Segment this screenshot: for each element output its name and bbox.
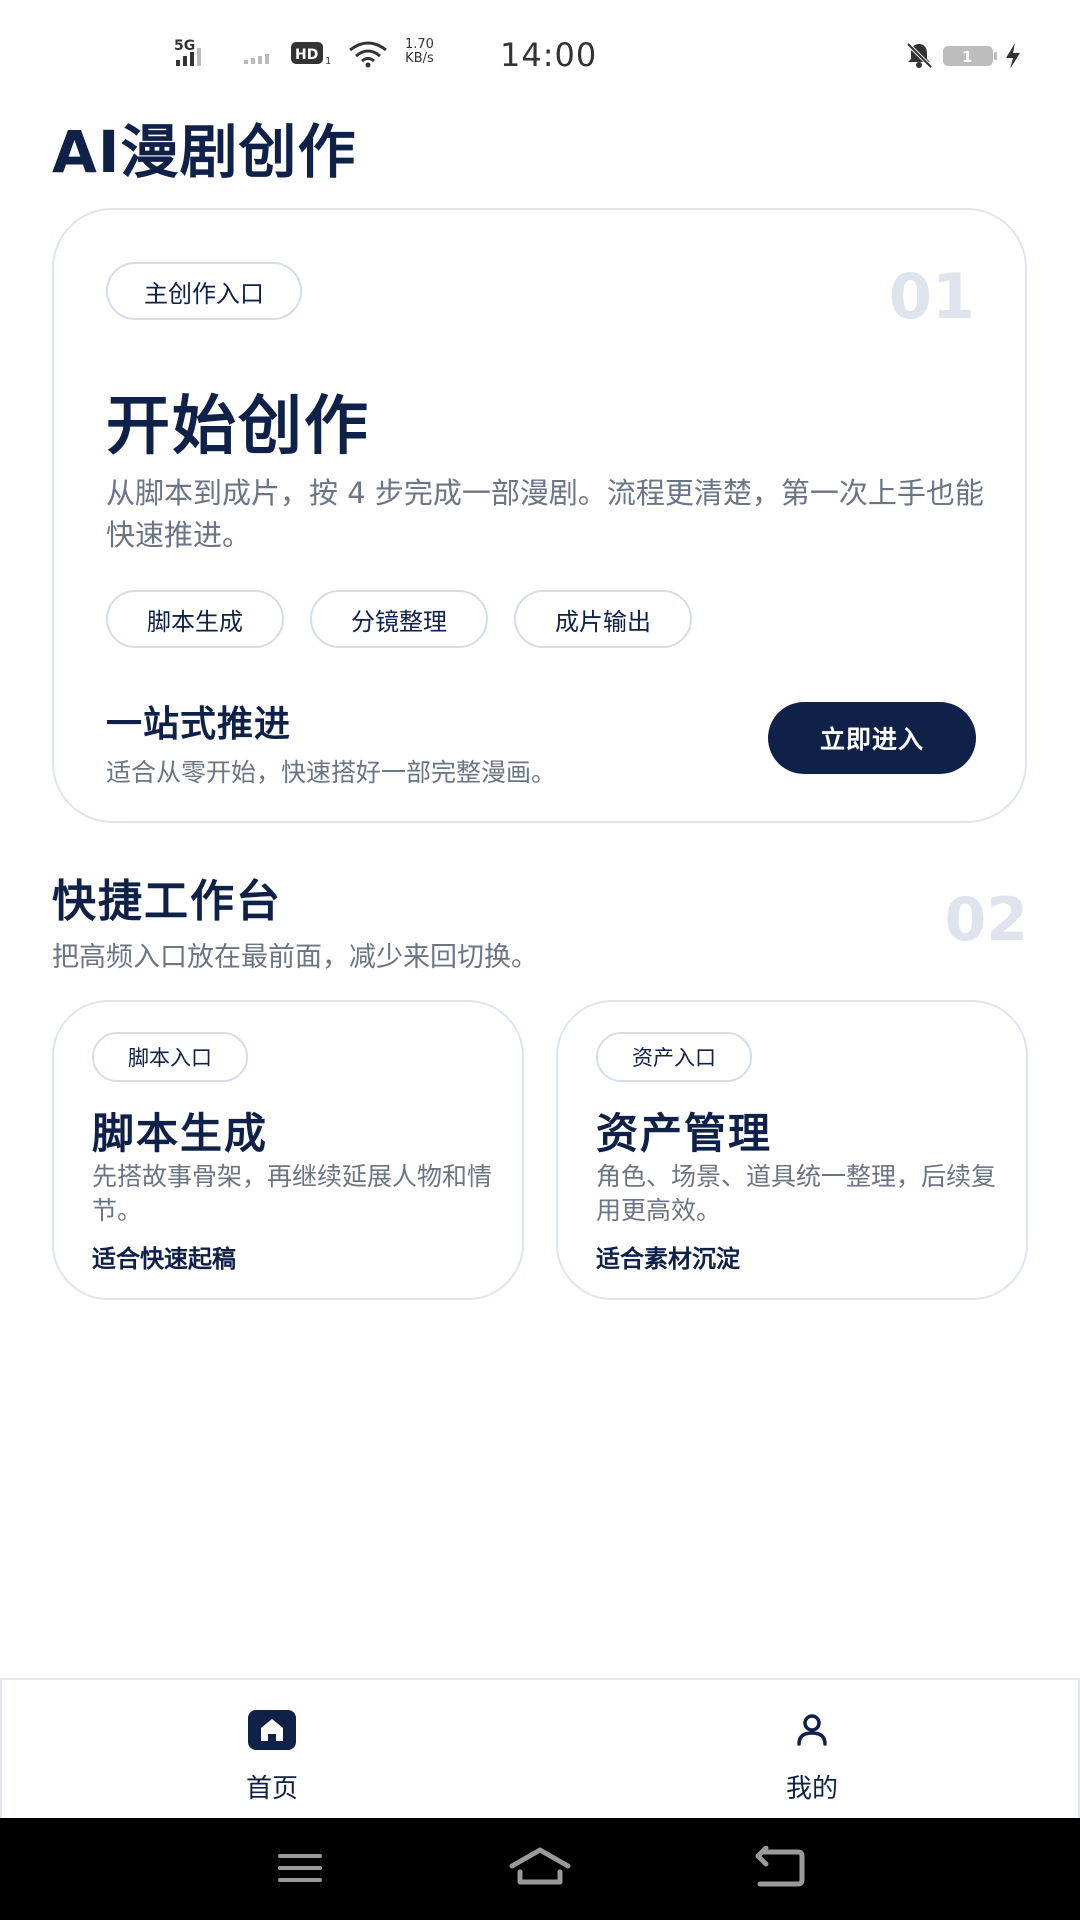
battery-level: 1 bbox=[962, 48, 972, 66]
battery-icon: 1 bbox=[942, 44, 1002, 72]
home-icon bbox=[248, 1710, 296, 1750]
page-title: AI漫剧创作 bbox=[52, 118, 357, 186]
script-entry-tag: 脚本入口 bbox=[92, 1032, 248, 1082]
system-home-icon[interactable] bbox=[508, 1846, 572, 1894]
system-nav-bar bbox=[0, 1818, 1080, 1920]
chip-script-generation: 脚本生成 bbox=[106, 590, 284, 648]
nav-label-home: 首页 bbox=[245, 1774, 298, 1804]
script-generation-fit: 适合快速起稿 bbox=[92, 1245, 236, 1273]
nav-item-mine[interactable]: 我的 bbox=[542, 1680, 1080, 1820]
start-creation-heading: 开始创作 bbox=[106, 390, 370, 464]
start-creation-description: 从脚本到成片，按 4 步完成一部漫剧。流程更清楚，第一次上手也能快速推进。 bbox=[106, 476, 984, 552]
status-time: 14:00 bbox=[500, 36, 598, 74]
mute-bell-icon bbox=[904, 40, 934, 74]
asset-entry-tag: 资产入口 bbox=[596, 1032, 752, 1082]
chip-final-output: 成片输出 bbox=[514, 590, 692, 648]
svg-text:1: 1 bbox=[325, 56, 331, 67]
one-stop-subtitle: 适合从零开始，快速搭好一部完整漫画。 bbox=[106, 758, 557, 787]
nav-item-home[interactable]: 首页 bbox=[2, 1680, 542, 1820]
user-icon bbox=[788, 1710, 836, 1750]
quick-workbench-subtitle: 把高频入口放在最前面，减少来回切换。 bbox=[52, 942, 538, 973]
menu-icon[interactable] bbox=[276, 1846, 324, 1894]
status-bar: 5G HD 1 1.70 KB/s 14:00 1 bbox=[0, 0, 1080, 100]
signal-label: 5G bbox=[174, 38, 195, 54]
start-creation-card[interactable]: 主创作入口 01 开始创作 从脚本到成片，按 4 步完成一部漫剧。流程更清楚，第… bbox=[52, 208, 1027, 823]
nav-label-mine: 我的 bbox=[785, 1774, 838, 1804]
script-generation-description: 先搭故事骨架，再继续延展人物和情节。 bbox=[92, 1162, 493, 1225]
enter-now-button[interactable]: 立即进入 bbox=[768, 702, 976, 774]
asset-management-description: 角色、场景、道具统一整理，后续复用更高效。 bbox=[596, 1162, 997, 1225]
charging-icon bbox=[1004, 42, 1022, 74]
hd-icon: HD 1 bbox=[290, 40, 334, 72]
script-generation-card[interactable]: 脚本入口 脚本生成 先搭故事骨架，再继续延展人物和情节。 适合快速起稿 bbox=[52, 1000, 524, 1300]
one-stop-title: 一站式推进 bbox=[106, 704, 292, 745]
back-icon[interactable] bbox=[754, 1845, 806, 1894]
asset-management-fit: 适合素材沉淀 bbox=[596, 1245, 740, 1273]
signal-secondary-icon bbox=[244, 46, 280, 70]
main-entry-tag: 主创作入口 bbox=[106, 262, 302, 320]
script-generation-heading: 脚本生成 bbox=[92, 1109, 269, 1158]
section-number-01: 01 bbox=[888, 260, 975, 333]
wifi-icon bbox=[348, 40, 388, 72]
hd-label: HD bbox=[295, 47, 318, 63]
chip-storyboard: 分镜整理 bbox=[310, 590, 488, 648]
quick-workbench-title: 快捷工作台 bbox=[52, 876, 282, 927]
asset-management-card[interactable]: 资产入口 资产管理 角色、场景、道具统一整理，后续复用更高效。 适合素材沉淀 bbox=[556, 1000, 1028, 1300]
net-speed-value: 1.70 bbox=[405, 37, 434, 52]
net-speed: 1.70 KB/s bbox=[405, 38, 434, 66]
signal-icon: 5G bbox=[172, 36, 222, 72]
bottom-nav: 首页 我的 bbox=[0, 1678, 1080, 1818]
section-number-02: 02 bbox=[944, 885, 1029, 955]
app-screen: 5G HD 1 1.70 KB/s 14:00 1 AI漫剧创作 主创作入口 0… bbox=[0, 0, 1080, 1920]
net-speed-unit: KB/s bbox=[405, 51, 434, 66]
asset-management-heading: 资产管理 bbox=[596, 1109, 773, 1158]
